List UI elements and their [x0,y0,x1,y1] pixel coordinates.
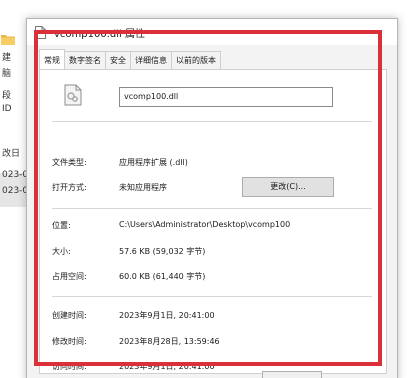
file-type-label: 文件类型: [52,158,87,167]
background-text: ID [2,104,12,114]
divider [52,121,372,122]
divider [52,208,372,209]
accessed-label: 访问时间: [52,362,87,371]
size-on-disk-label: 占用空间: [52,272,87,281]
dll-file-icon [64,84,82,106]
bottom-button-edge[interactable] [262,371,322,378]
location-label: 位置: [52,221,71,230]
file-icon [35,26,46,39]
tab-details[interactable]: 详细信息 [130,51,172,69]
background-text: 段 [2,91,12,101]
background-date: 023-0 [2,186,29,196]
divider [52,296,372,297]
properties-dialog: vcomp100.dll 属性 常规 数字签名 安全 详细信息 以前的版本 vc… [26,18,398,378]
tab-general[interactable]: 常规 [39,49,65,69]
background-text: 建 [2,53,12,63]
dialog-title: vcomp100.dll 属性 [54,29,145,40]
tab-digital-signatures[interactable]: 数字签名 [64,51,106,69]
created-value: 2023年9月1日, 20:41:00 [119,311,215,320]
tab-strip: 常规 数字签名 安全 详细信息 以前的版本 [39,49,221,69]
background-date: 023-0 [2,170,29,180]
size-label: 大小: [52,247,71,256]
title-bar[interactable]: vcomp100.dll 属性 [27,19,397,45]
file-name-field[interactable]: vcomp100.dll [119,87,333,107]
change-button[interactable]: 更改(C)... [242,177,334,197]
location-value: C:\Users\Administrator\Desktop\vcomp100 [119,220,291,229]
created-label: 创建时间: [52,311,87,320]
modified-label: 修改时间: [52,337,87,346]
open-with-label: 打开方式: [52,183,87,192]
size-value: 57.6 KB (59,032 字节) [119,247,206,256]
tab-security[interactable]: 安全 [105,51,131,69]
background-column-header[interactable]: 改日 [2,146,20,159]
modified-value: 2023年8月28日, 13:59:46 [119,337,220,346]
size-on-disk-value: 60.0 KB (61,440 字节) [119,272,206,281]
tab-previous-versions[interactable]: 以前的版本 [171,51,221,69]
background-text: 脑 [2,69,12,79]
general-tab-panel: vcomp100.dll 文件类型: 应用程序扩展 (.dll) 打开方式: 未… [39,69,387,374]
accessed-value: 2023年9月1日, 20:41:00 [119,362,215,371]
folder-icon [1,35,15,45]
file-type-value: 应用程序扩展 (.dll) [119,158,188,167]
open-with-value: 未知应用程序 [119,183,167,192]
